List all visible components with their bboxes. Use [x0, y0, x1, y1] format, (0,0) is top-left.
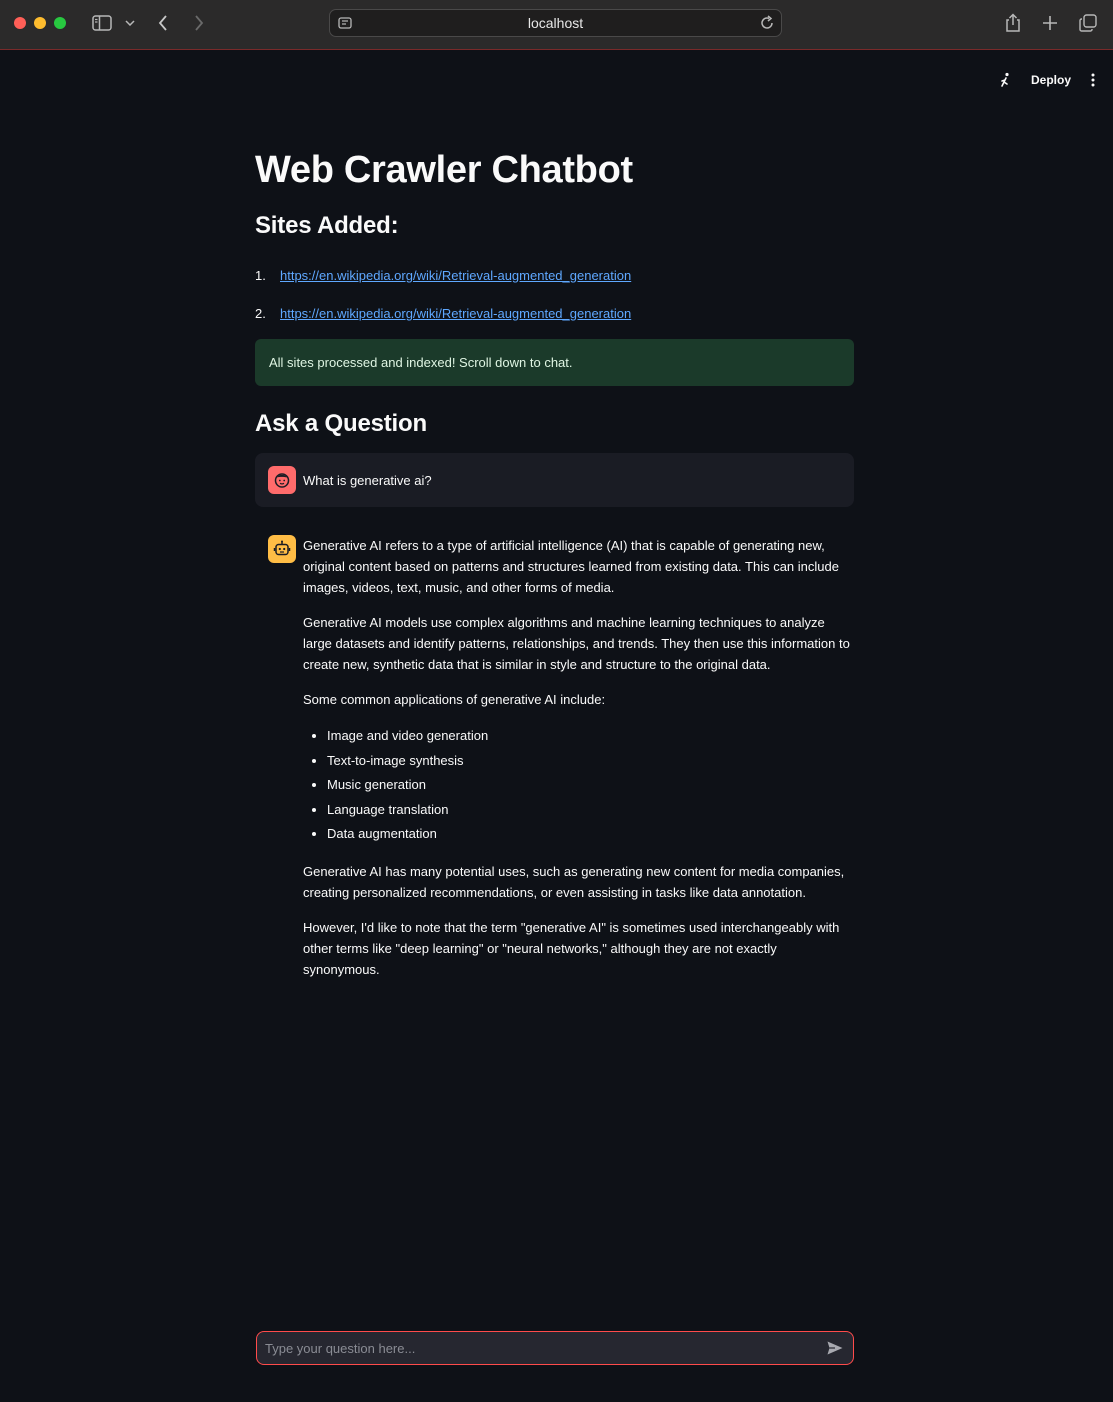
site-link[interactable]: https://en.wikipedia.org/wiki/Retrieval-…	[280, 306, 631, 321]
user-avatar-icon	[268, 466, 296, 494]
ask-heading: Ask a Question	[255, 410, 427, 437]
running-man-icon[interactable]	[999, 72, 1011, 88]
chat-input-container	[256, 1331, 854, 1365]
applications-list: Image and video generation Text-to-image…	[303, 724, 854, 847]
tab-overview-icon[interactable]	[1078, 12, 1098, 34]
new-tab-icon[interactable]	[1041, 12, 1059, 34]
answer-paragraph: However, I'd like to note that the term …	[303, 919, 840, 977]
back-icon[interactable]	[156, 12, 170, 34]
close-window-button[interactable]	[14, 17, 26, 29]
chevron-down-icon[interactable]	[124, 12, 136, 34]
list-item: Image and video generation	[327, 724, 854, 749]
forward-icon[interactable]	[192, 12, 206, 34]
page-settings-icon[interactable]	[338, 16, 352, 33]
list-item: Data augmentation	[327, 822, 854, 847]
site-link[interactable]: https://en.wikipedia.org/wiki/Retrieval-…	[280, 268, 631, 283]
list-item: Music generation	[327, 773, 854, 798]
answer-paragraph: Generative AI has many potential uses, s…	[303, 863, 845, 900]
share-icon[interactable]	[1004, 12, 1022, 34]
success-alert: All sites processed and indexed! Scroll …	[255, 339, 854, 386]
success-message: All sites processed and indexed! Scroll …	[269, 355, 573, 370]
app-toolbar: Deploy	[999, 66, 1095, 94]
list-number: 1.	[255, 267, 266, 283]
reload-icon[interactable]	[760, 15, 775, 34]
address-bar[interactable]: localhost	[329, 9, 782, 37]
bot-avatar-icon	[268, 535, 296, 563]
list-number: 2.	[255, 305, 266, 321]
site-list: 1. https://en.wikipedia.org/wiki/Retriev…	[255, 256, 854, 332]
assistant-message-body: Generative AI refers to a type of artifi…	[303, 535, 854, 994]
browser-toolbar: localhost	[0, 0, 1113, 50]
user-message-text: What is generative ai?	[303, 472, 432, 488]
url-text: localhost	[527, 15, 584, 31]
answer-paragraph: Generative AI refers to a type of artifi…	[303, 538, 839, 595]
list-item: 2. https://en.wikipedia.org/wiki/Retriev…	[255, 294, 854, 332]
main-content: Web Crawler Chatbot Sites Added: 1. http…	[255, 140, 854, 994]
answer-paragraph: Some common applications of generative A…	[303, 692, 606, 707]
user-chat-message: What is generative ai?	[255, 453, 854, 507]
deploy-button[interactable]: Deploy	[1031, 73, 1071, 87]
list-item: Language translation	[327, 798, 854, 823]
more-options-icon[interactable]	[1091, 73, 1095, 87]
list-item: Text-to-image synthesis	[327, 749, 854, 774]
minimize-window-button[interactable]	[34, 17, 46, 29]
zoom-window-button[interactable]	[54, 17, 66, 29]
send-button[interactable]	[819, 1332, 851, 1364]
answer-paragraph: Generative AI models use complex algorit…	[303, 615, 850, 672]
list-item: 1. https://en.wikipedia.org/wiki/Retriev…	[255, 256, 854, 294]
assistant-chat-message: Generative AI refers to a type of artifi…	[255, 535, 854, 994]
sidebar-toggle-icon[interactable]	[91, 12, 113, 34]
chat-input[interactable]	[257, 1339, 819, 1357]
sites-heading: Sites Added:	[255, 212, 399, 239]
send-icon	[827, 1341, 843, 1355]
page-title: Web Crawler Chatbot	[255, 149, 633, 191]
